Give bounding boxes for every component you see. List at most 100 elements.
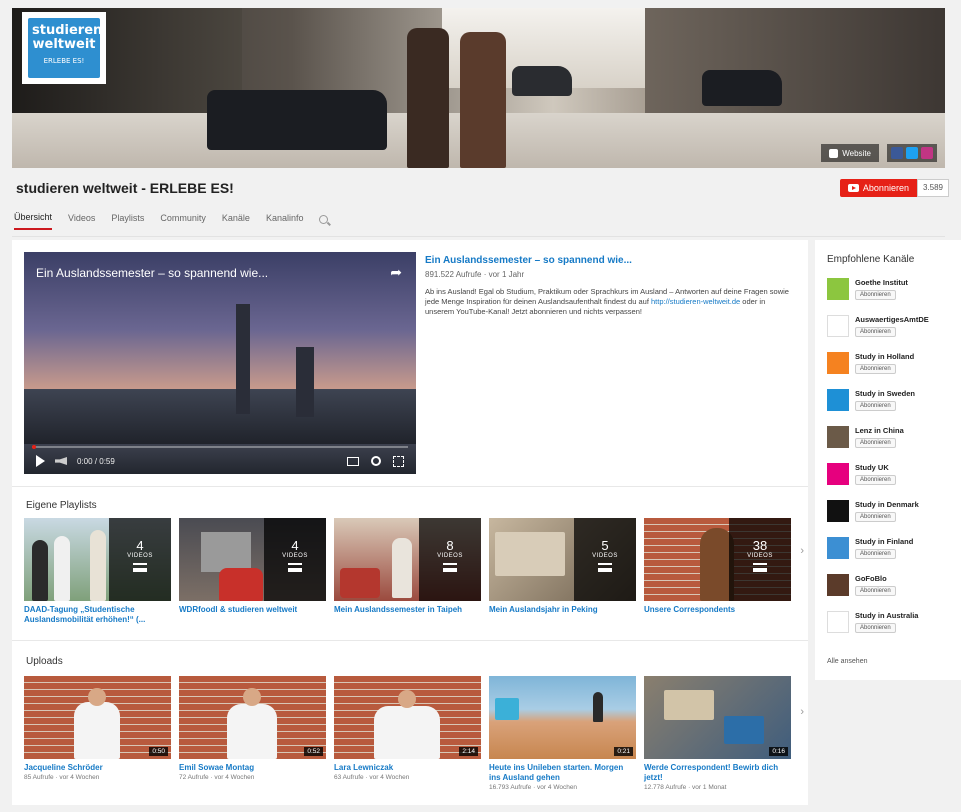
recommended-channel-item[interactable]: Lenz in China Abonnieren <box>827 426 904 448</box>
share-icon[interactable]: ➦ <box>390 264 402 281</box>
video-thumbnail[interactable]: 0:52 <box>179 676 326 759</box>
channel-name[interactable]: Study in Sweden <box>855 389 915 398</box>
playlist-title[interactable]: Unsere Correspondents <box>644 605 791 615</box>
see-all-channels-link[interactable]: Alle ansehen <box>827 658 867 665</box>
video-card[interactable]: 0:21 Heute ins Unileben starten. Morgen … <box>489 676 636 791</box>
channel-name[interactable]: Goethe Institut <box>855 278 908 287</box>
channel-avatar[interactable] <box>827 389 849 411</box>
playlist-title[interactable]: WDRfoodl & studieren weltweit <box>179 605 326 615</box>
channel-avatar[interactable] <box>827 537 849 559</box>
tab-playlists[interactable]: Playlists <box>111 213 144 229</box>
featured-video-player[interactable]: Ein Auslandssemester – so spannend wie..… <box>24 252 416 474</box>
channel-subscribe-button[interactable]: Abonnieren <box>855 512 896 522</box>
video-meta: 72 Aufrufe · vor 4 Wochen <box>179 774 255 781</box>
video-overlay-title[interactable]: Ein Auslandssemester – so spannend wie..… <box>36 266 268 280</box>
volume-icon[interactable] <box>55 457 67 465</box>
channel-subscribe-button[interactable]: Abonnieren <box>855 549 896 559</box>
playlist-card[interactable]: 38 VIDEOS Unsere Correspondents <box>644 518 791 625</box>
recommended-channel-item[interactable]: Study UK Abonnieren <box>827 463 896 485</box>
tab-overview[interactable]: Übersicht <box>14 212 53 230</box>
video-thumbnail[interactable]: 0:16 <box>644 676 791 759</box>
video-title[interactable]: Heute ins Unileben starten. Morgen ins A… <box>489 763 636 783</box>
playlist-thumbnail[interactable]: 4 VIDEOS <box>24 518 171 601</box>
recommended-channel-item[interactable]: Study in Finland Abonnieren <box>827 537 913 559</box>
channel-subscribe-button[interactable]: Abonnieren <box>855 364 896 374</box>
recommended-channel-item[interactable]: AuswaertigesAmtDE Abonnieren <box>827 315 929 337</box>
gear-icon[interactable] <box>371 456 381 466</box>
channel-avatar[interactable] <box>827 611 849 633</box>
tab-community[interactable]: Community <box>160 213 206 229</box>
channel-subscribe-button[interactable]: Abonnieren <box>855 475 896 485</box>
video-title[interactable]: Jacqueline Schröder <box>24 763 171 773</box>
search-icon[interactable] <box>319 214 329 224</box>
video-title[interactable]: Emil Sowae Montag <box>179 763 326 773</box>
channel-subscribe-button[interactable]: Abonnieren <box>855 327 896 337</box>
channel-name[interactable]: Study UK <box>855 463 896 472</box>
playlist-card[interactable]: 8 VIDEOS Mein Auslandssemester in Taipeh <box>334 518 481 625</box>
recommended-channel-item[interactable]: Study in Sweden Abonnieren <box>827 389 915 411</box>
recommended-channel-item[interactable]: Study in Denmark Abonnieren <box>827 500 919 522</box>
channel-subscribe-button[interactable]: Abonnieren <box>855 401 896 411</box>
channel-subscribe-button[interactable]: Abonnieren <box>855 290 896 300</box>
playlist-thumbnail[interactable]: 5 VIDEOS <box>489 518 636 601</box>
video-card[interactable]: 0:16 Werde Correspondent! Bewirb dich je… <box>644 676 791 791</box>
subscribe-button[interactable]: Abonnieren <box>839 179 917 197</box>
video-card[interactable]: 0:50 Jacqueline Schröder 85 Aufrufe · vo… <box>24 676 171 791</box>
playlist-thumbnail[interactable]: 4 VIDEOS <box>179 518 326 601</box>
uploads-section-title[interactable]: Uploads <box>26 656 63 667</box>
channel-subscribe-button[interactable]: Abonnieren <box>855 438 896 448</box>
video-title[interactable]: Werde Correspondent! Bewirb dich jetzt! <box>644 763 791 783</box>
playlist-card[interactable]: 4 VIDEOS DAAD-Tagung „Studentische Ausla… <box>24 518 171 625</box>
video-thumbnail[interactable]: 0:50 <box>24 676 171 759</box>
tab-channels[interactable]: Kanäle <box>222 213 250 229</box>
recommended-channel-item[interactable]: Study in Holland Abonnieren <box>827 352 914 374</box>
channel-subscribe-button[interactable]: Abonnieren <box>855 586 896 596</box>
recommended-channel-item[interactable]: Study in Australia Abonnieren <box>827 611 918 633</box>
channel-name[interactable]: Study in Holland <box>855 352 914 361</box>
channel-name[interactable]: Lenz in China <box>855 426 904 435</box>
tab-about[interactable]: Kanalinfo <box>266 213 304 229</box>
video-thumbnail[interactable]: 0:21 <box>489 676 636 759</box>
channel-subscribe-button[interactable]: Abonnieren <box>855 623 896 633</box>
twitter-icon[interactable] <box>906 147 918 159</box>
website-link[interactable]: Website <box>821 144 879 162</box>
playlist-thumbnail[interactable]: 8 VIDEOS <box>334 518 481 601</box>
fullscreen-icon[interactable] <box>393 455 404 467</box>
video-title[interactable]: Lara Lewniczak <box>334 763 481 773</box>
playlists-section-title[interactable]: Eigene Playlists <box>26 500 97 511</box>
recommended-channel-item[interactable]: GoFoBlo Abonnieren <box>827 574 896 596</box>
subtitles-icon[interactable] <box>347 456 359 466</box>
featured-video-title[interactable]: Ein Auslandssemester – so spannend wie..… <box>425 255 795 266</box>
channel-logo[interactable]: studieren weltweit ERLEBE ES! <box>22 12 106 84</box>
channel-avatar[interactable] <box>827 426 849 448</box>
video-thumbnail[interactable]: 2:14 <box>334 676 481 759</box>
uploads-next-arrow[interactable]: › <box>800 706 804 718</box>
channel-name[interactable]: AuswaertigesAmtDE <box>855 315 929 324</box>
facebook-icon[interactable] <box>891 147 903 159</box>
recommended-channel-item[interactable]: Goethe Institut Abonnieren <box>827 278 908 300</box>
playlists-next-arrow[interactable]: › <box>800 545 804 557</box>
description-link[interactable]: http://studieren-weltweit.de <box>651 297 740 306</box>
playlist-title[interactable]: DAAD-Tagung „Studentische Auslandsmobili… <box>24 605 171 625</box>
channel-avatar[interactable] <box>827 352 849 374</box>
video-card[interactable]: 0:52 Emil Sowae Montag 72 Aufrufe · vor … <box>179 676 326 791</box>
playlist-thumbnail[interactable]: 38 VIDEOS <box>644 518 791 601</box>
channel-avatar[interactable] <box>827 500 849 522</box>
channel-name[interactable]: Study in Finland <box>855 537 913 546</box>
playlist-card[interactable]: 5 VIDEOS Mein Auslandsjahr in Peking <box>489 518 636 625</box>
instagram-icon[interactable] <box>921 147 933 159</box>
video-card[interactable]: 2:14 Lara Lewniczak 63 Aufrufe · vor 4 W… <box>334 676 481 791</box>
video-duration: 2:14 <box>459 747 478 756</box>
channel-name[interactable]: Study in Australia <box>855 611 918 620</box>
channel-avatar[interactable] <box>827 463 849 485</box>
channel-name[interactable]: Study in Denmark <box>855 500 919 509</box>
channel-avatar[interactable] <box>827 315 849 337</box>
tab-videos[interactable]: Videos <box>68 213 95 229</box>
playlist-title[interactable]: Mein Auslandsjahr in Peking <box>489 605 636 615</box>
channel-name[interactable]: GoFoBlo <box>855 574 896 583</box>
playlist-card[interactable]: 4 VIDEOS WDRfoodl & studieren weltweit <box>179 518 326 625</box>
play-icon[interactable] <box>36 455 45 467</box>
channel-avatar[interactable] <box>827 574 849 596</box>
playlist-title[interactable]: Mein Auslandssemester in Taipeh <box>334 605 481 615</box>
channel-avatar[interactable] <box>827 278 849 300</box>
